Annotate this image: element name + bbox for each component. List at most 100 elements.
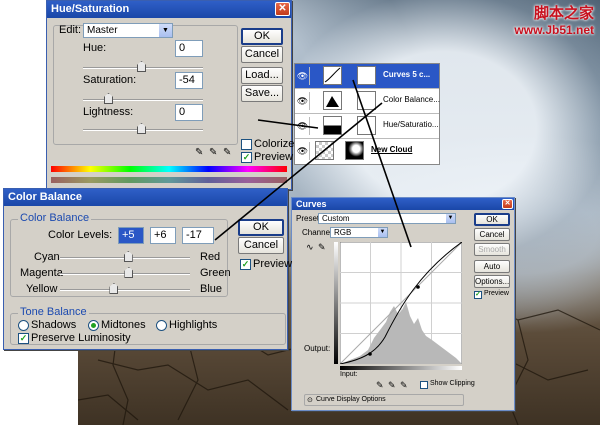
output-gradient-bar	[334, 242, 338, 364]
midtones-radio[interactable]	[88, 320, 99, 331]
yellow-blue-slider-track[interactable]	[60, 289, 190, 291]
hue-sat-cancel-button[interactable]: Cancel	[241, 46, 283, 63]
color-level-input-3[interactable]: -17	[182, 227, 214, 244]
eye-icon[interactable]: 👁	[296, 67, 310, 85]
eyedropper-white-icon[interactable]: ✎	[400, 380, 408, 391]
tone-balance-title: Tone Balance	[18, 306, 89, 318]
magenta-label: Magenta	[20, 267, 63, 279]
channel-select-value: RGB	[334, 228, 352, 237]
preset-select[interactable]: Custom ▼	[318, 213, 456, 224]
smooth-button[interactable]: Smooth	[474, 243, 510, 256]
eyedropper-icon[interactable]: ✎	[195, 147, 203, 158]
color-balance-group-title: Color Balance	[18, 212, 92, 224]
preserve-luminosity-checkbox[interactable]: ✓	[18, 333, 29, 344]
close-icon[interactable]: ✕	[275, 2, 290, 16]
chevron-down-icon: ▼	[446, 214, 455, 223]
curve-display-options-label: Curve Display Options	[316, 396, 386, 403]
show-clipping-label: Show Clipping	[430, 380, 475, 387]
layer-mask-thumbnail	[357, 116, 376, 135]
preserve-luminosity-label: Preserve Luminosity	[31, 332, 131, 344]
chevron-down-icon: ▼	[378, 228, 387, 237]
layer-mask-thumbnail	[345, 141, 364, 160]
color-levels-label: Color Levels:	[48, 229, 113, 241]
layer-new-cloud[interactable]: 👁 New Cloud	[295, 139, 439, 164]
hue-spectrum-bar-top	[51, 166, 287, 172]
eye-icon[interactable]: 👁	[296, 92, 310, 110]
output-label: Output:	[304, 344, 331, 353]
color-balance-titlebar[interactable]: Color Balance	[4, 189, 287, 206]
eye-icon[interactable]: 👁	[296, 117, 310, 135]
curves-dialog: Curves ✕ Preset: Custom ▼ Channel: RGB ▼…	[291, 197, 515, 411]
watermark-title: 脚本之家	[533, 4, 594, 22]
auto-button[interactable]: Auto	[474, 260, 510, 273]
pencil-tool-icon[interactable]: ✎	[318, 242, 326, 253]
load-button[interactable]: Load...	[241, 67, 283, 84]
layer-name: New Cloud	[371, 145, 413, 154]
save-button[interactable]: Save...	[241, 85, 283, 102]
curves-graph[interactable]	[340, 242, 462, 364]
curves-cancel-button[interactable]: Cancel	[474, 228, 510, 241]
midtones-label: Midtones	[101, 319, 146, 331]
color-balance-preview-checkbox[interactable]: ✓	[240, 259, 251, 270]
hue-spectrum-bar-bottom	[51, 177, 287, 183]
saturation-slider-track[interactable]	[83, 99, 203, 101]
curve-point	[368, 352, 372, 356]
preset-select-value: Custom	[322, 214, 350, 223]
watermark-url: www.Jb51.net	[514, 23, 594, 37]
layer-hue-saturation[interactable]: 👁 Hue/Saturatio...	[295, 114, 439, 139]
color-balance-title: Color Balance	[8, 191, 82, 203]
hue-label: Hue:	[83, 42, 107, 54]
saturation-input[interactable]: -54	[175, 72, 203, 89]
color-level-input-2[interactable]: +6	[150, 227, 176, 244]
eyedropper-minus-icon[interactable]: ✎	[223, 147, 231, 158]
curves-preview-label: Preview	[484, 290, 509, 297]
edit-select[interactable]: Master ▼	[83, 23, 173, 38]
show-clipping-checkbox[interactable]	[420, 381, 428, 389]
hue-sat-ok-button[interactable]: OK	[241, 28, 283, 45]
close-icon[interactable]: ✕	[502, 199, 513, 209]
hue-saturation-titlebar[interactable]: Hue/Saturation ✕	[47, 1, 291, 18]
color-balance-ok-button[interactable]: OK	[238, 219, 284, 236]
layer-name: Hue/Saturatio...	[383, 120, 439, 129]
curve-tool-icon[interactable]: ∿	[306, 242, 314, 253]
input-gradient-bar	[340, 366, 462, 370]
curves-preview-checkbox[interactable]: ✓	[474, 291, 482, 299]
eyedropper-plus-icon[interactable]: ✎	[209, 147, 217, 158]
hue-saturation-adjustment-icon	[323, 116, 342, 135]
color-balance-preview-label: Preview	[253, 258, 293, 270]
hue-saturation-title: Hue/Saturation	[51, 3, 130, 15]
edit-select-value: Master	[87, 25, 118, 36]
options-button[interactable]: Options...	[474, 275, 510, 288]
watermark: 脚本之家 www.Jb51.net	[514, 2, 594, 37]
color-level-input-1[interactable]: +5	[118, 227, 144, 244]
colorize-label: Colorize	[254, 138, 295, 150]
expand-icon[interactable]: ⊙	[307, 396, 313, 404]
layer-name: Curves 5 c...	[383, 70, 431, 79]
channel-select[interactable]: RGB ▼	[330, 227, 388, 238]
layer-color-balance[interactable]: 👁 Color Balance...	[295, 89, 440, 114]
color-balance-cancel-button[interactable]: Cancel	[238, 237, 284, 254]
hue-input[interactable]: 0	[175, 40, 203, 57]
curves-titlebar[interactable]: Curves ✕	[292, 198, 514, 210]
curves-ok-button[interactable]: OK	[474, 213, 510, 226]
layer-mask-thumbnail	[357, 66, 376, 85]
eyedropper-gray-icon[interactable]: ✎	[388, 380, 396, 391]
highlights-radio[interactable]	[156, 320, 167, 331]
layer-curves[interactable]: 👁 Curves 5 c...	[295, 64, 439, 89]
layer-mask-thumbnail	[357, 91, 376, 110]
curves-adjustment-icon	[323, 66, 342, 85]
blue-label: Blue	[200, 283, 223, 295]
lightness-input[interactable]: 0	[175, 104, 203, 121]
edit-label: Edit:	[59, 24, 82, 36]
eye-icon[interactable]: 👁	[296, 142, 310, 160]
preview-checkbox[interactable]: ✓	[241, 152, 252, 163]
curves-title: Curves	[296, 199, 327, 209]
highlights-label: Highlights	[169, 319, 218, 331]
red-label: Red	[200, 251, 221, 263]
colorize-checkbox[interactable]	[241, 139, 252, 150]
preview-label: Preview	[254, 151, 294, 163]
layers-panel: 👁 Curves 5 c... 👁 Color Balance... 👁 Hue…	[294, 63, 440, 165]
eyedropper-black-icon[interactable]: ✎	[376, 380, 384, 391]
cyan-label: Cyan	[34, 251, 60, 263]
shadows-radio[interactable]	[18, 320, 29, 331]
